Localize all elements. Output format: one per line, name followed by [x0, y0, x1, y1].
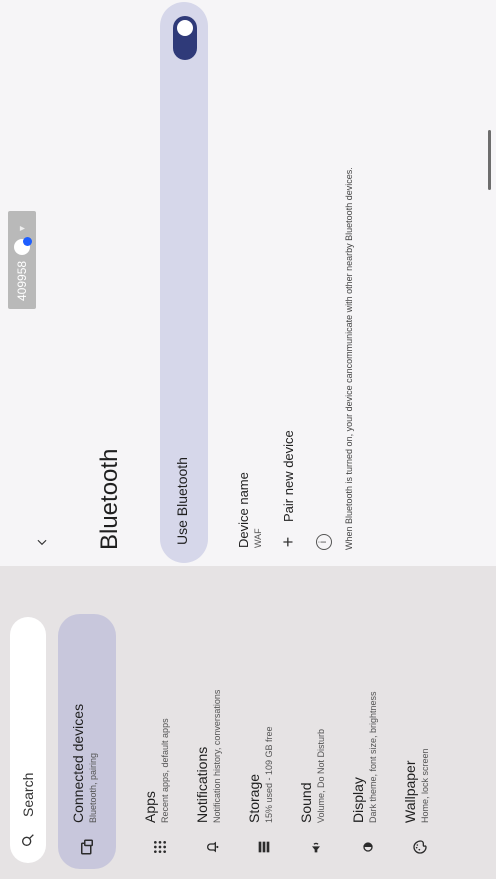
use-bluetooth-label: Use Bluetooth	[174, 457, 190, 545]
sidebar-item-subtitle: Home, lock screen	[420, 748, 430, 823]
display-icon	[358, 837, 378, 857]
toggle-knob	[177, 20, 193, 36]
bluetooth-info: i When Bluetooth is turned on, your devi…	[316, 167, 354, 550]
sidebar-item-title: Notifications	[194, 746, 210, 823]
device-name-label: Device name	[236, 472, 251, 548]
info-icon: i	[316, 534, 332, 550]
status-chip: 409958 ▾	[8, 211, 36, 309]
info-text: When Bluetooth is turned on, your device…	[344, 167, 354, 550]
storage-icon	[254, 837, 274, 857]
use-bluetooth-row[interactable]: Use Bluetooth	[160, 2, 208, 563]
search-icon	[19, 831, 37, 849]
sidebar-item-display[interactable]: Display Dark theme, font size, brightnes…	[348, 566, 388, 879]
sidebar-item-title: Wallpaper	[402, 760, 418, 823]
bluetooth-toggle[interactable]	[173, 16, 197, 60]
sidebar-item-storage[interactable]: Storage 15% used - 109 GB free	[244, 566, 284, 879]
sidebar-item-title: Sound	[298, 782, 314, 823]
sidebar-item-subtitle: Recent apps, default apps	[160, 718, 170, 823]
devices-icon	[77, 837, 97, 857]
gesture-handle[interactable]	[488, 130, 491, 190]
pair-new-device-row[interactable]: + Pair new device	[276, 430, 300, 550]
apps-grid-icon	[150, 837, 170, 857]
sidebar-item-wallpaper[interactable]: Wallpaper Home, lock screen	[400, 566, 440, 879]
sidebar-item-title: Connected devices	[70, 703, 86, 823]
sidebar-item-subtitle: Dark theme, font size, brightness	[368, 691, 378, 823]
selected-highlight	[58, 614, 116, 869]
device-name-row[interactable]: Device name WAF	[236, 472, 263, 548]
sidebar-item-subtitle: 15% used - 109 GB free	[264, 726, 274, 823]
account-badge	[23, 236, 32, 246]
sidebar-item-subtitle: Bluetooth, pairing	[88, 752, 98, 823]
volume-icon	[306, 837, 326, 857]
device-name-value: WAF	[253, 528, 263, 548]
sidebar-item-title: Apps	[142, 791, 158, 823]
sidebar-item-title: Display	[350, 777, 366, 823]
sidebar-item-sound[interactable]: Sound Volume, Do Not Disturb	[296, 566, 336, 879]
chevron-left-icon	[37, 539, 47, 546]
sidebar-item-title: Storage	[246, 773, 262, 823]
tablet-screen: Search Connected devices Bluetooth, pair…	[0, 0, 496, 879]
chevron-down-icon: ▾	[16, 225, 28, 231]
sidebar-item-subtitle: Volume, Do Not Disturb	[316, 728, 326, 823]
palette-icon	[410, 837, 430, 857]
settings-sidebar: Search Connected devices Bluetooth, pair…	[0, 566, 496, 879]
status-number: 409958	[15, 260, 29, 301]
sidebar-item-connected-devices[interactable]: Connected devices Bluetooth, pairing	[58, 566, 116, 879]
sidebar-item-apps[interactable]: Apps Recent apps, default apps	[140, 566, 180, 879]
sidebar-item-subtitle: Notification history, conversations	[212, 689, 222, 823]
page-title: Bluetooth	[96, 448, 123, 550]
search-bar[interactable]: Search	[10, 617, 46, 863]
search-placeholder: Search	[20, 772, 36, 817]
back-button[interactable]	[30, 530, 54, 554]
avatar	[14, 236, 32, 255]
plus-icon: +	[278, 536, 298, 548]
pair-new-device-label: Pair new device	[280, 430, 296, 522]
sidebar-item-notifications[interactable]: Notifications Notification history, conv…	[192, 566, 232, 879]
bell-icon	[202, 837, 222, 857]
bluetooth-pane: Bluetooth Use Bluetooth Device name WAF …	[0, 0, 496, 566]
